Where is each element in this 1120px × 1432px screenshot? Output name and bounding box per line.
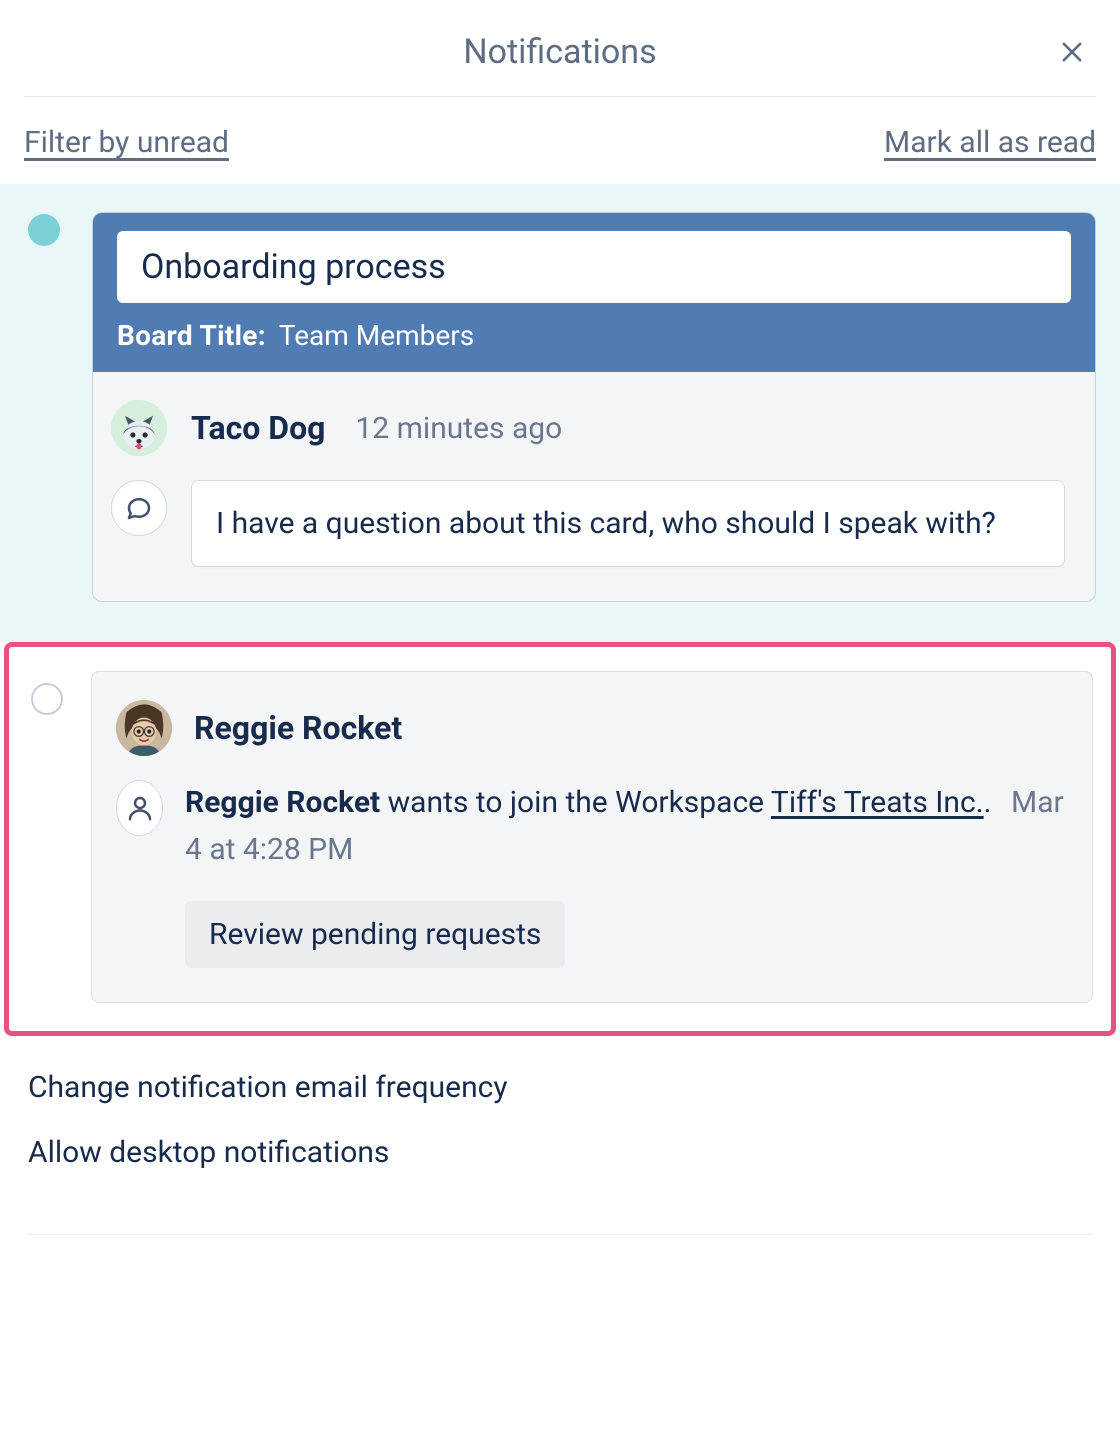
request-icon-wrap [116, 780, 163, 836]
close-icon [1058, 38, 1086, 66]
footer-links: Change notification email frequency Allo… [0, 1036, 1120, 1245]
allow-desktop-notifications-link[interactable]: Allow desktop notifications [28, 1135, 1092, 1170]
filter-unread-link[interactable]: Filter by unread [24, 125, 229, 160]
notifications-list: Onboarding process Board Title: Team Mem… [0, 184, 1120, 1036]
read-indicator[interactable] [31, 683, 63, 715]
mark-all-read-link[interactable]: Mark all as read [884, 125, 1096, 160]
author-name[interactable]: Reggie Rocket [194, 709, 402, 747]
panel-title: Notifications [463, 32, 656, 72]
close-button[interactable] [1052, 32, 1092, 72]
card-header: Onboarding process Board Title: Team Mem… [93, 213, 1095, 372]
avatar[interactable] [116, 700, 172, 756]
notification-card[interactable]: Onboarding process Board Title: Team Mem… [92, 212, 1096, 602]
author-name[interactable]: Taco Dog [191, 409, 325, 447]
person-icon [125, 793, 155, 823]
read-indicator-column [27, 671, 67, 1003]
author-row: Taco Dog 12 minutes ago [111, 400, 1065, 456]
panel-header: Notifications [0, 16, 1120, 88]
notification-item: Onboarding process Board Title: Team Mem… [0, 184, 1120, 642]
review-requests-button[interactable]: Review pending requests [185, 901, 565, 968]
notification-item-highlighted: Reggie Rocket Reggie Rocket wants to joi… [4, 642, 1116, 1036]
avatar[interactable] [111, 400, 167, 456]
board-label: Board Title: [117, 319, 266, 352]
requester-name[interactable]: Reggie Rocket [185, 785, 380, 820]
filter-row: Filter by unread Mark all as read [0, 97, 1120, 184]
unread-indicator[interactable] [28, 214, 60, 246]
card-title[interactable]: Onboarding process [117, 231, 1071, 303]
comment-text[interactable]: I have a question about this card, who s… [191, 480, 1065, 567]
card-body: Taco Dog 12 minutes ago I have a questio… [93, 372, 1095, 601]
request-text-mid: wants to join the Workspace [388, 785, 764, 820]
footer-divider [28, 1234, 1092, 1235]
speech-bubble-icon [124, 493, 154, 523]
request-text: Reggie Rocket wants to join the Workspac… [185, 780, 1064, 873]
husky-dog-icon [111, 400, 167, 456]
notification-card[interactable]: Reggie Rocket Reggie Rocket wants to joi… [91, 671, 1093, 1003]
comment-row: I have a question about this card, who s… [111, 480, 1065, 567]
photo-avatar-icon [116, 700, 172, 756]
notifications-panel: Notifications Filter by unread Mark all … [0, 0, 1120, 1432]
board-line: Board Title: Team Members [117, 319, 1071, 352]
request-row: Reggie Rocket wants to join the Workspac… [116, 780, 1064, 968]
unread-indicator-column [24, 212, 64, 602]
comment-icon-wrap [111, 480, 167, 536]
change-email-frequency-link[interactable]: Change notification email frequency [28, 1070, 1092, 1105]
board-value[interactable]: Team Members [279, 319, 474, 352]
workspace-link[interactable]: Tiff's Treats Inc. [771, 785, 984, 820]
notification-timestamp: 12 minutes ago [355, 411, 562, 446]
request-body: Reggie Rocket wants to join the Workspac… [185, 780, 1064, 968]
author-row: Reggie Rocket [116, 700, 1064, 756]
